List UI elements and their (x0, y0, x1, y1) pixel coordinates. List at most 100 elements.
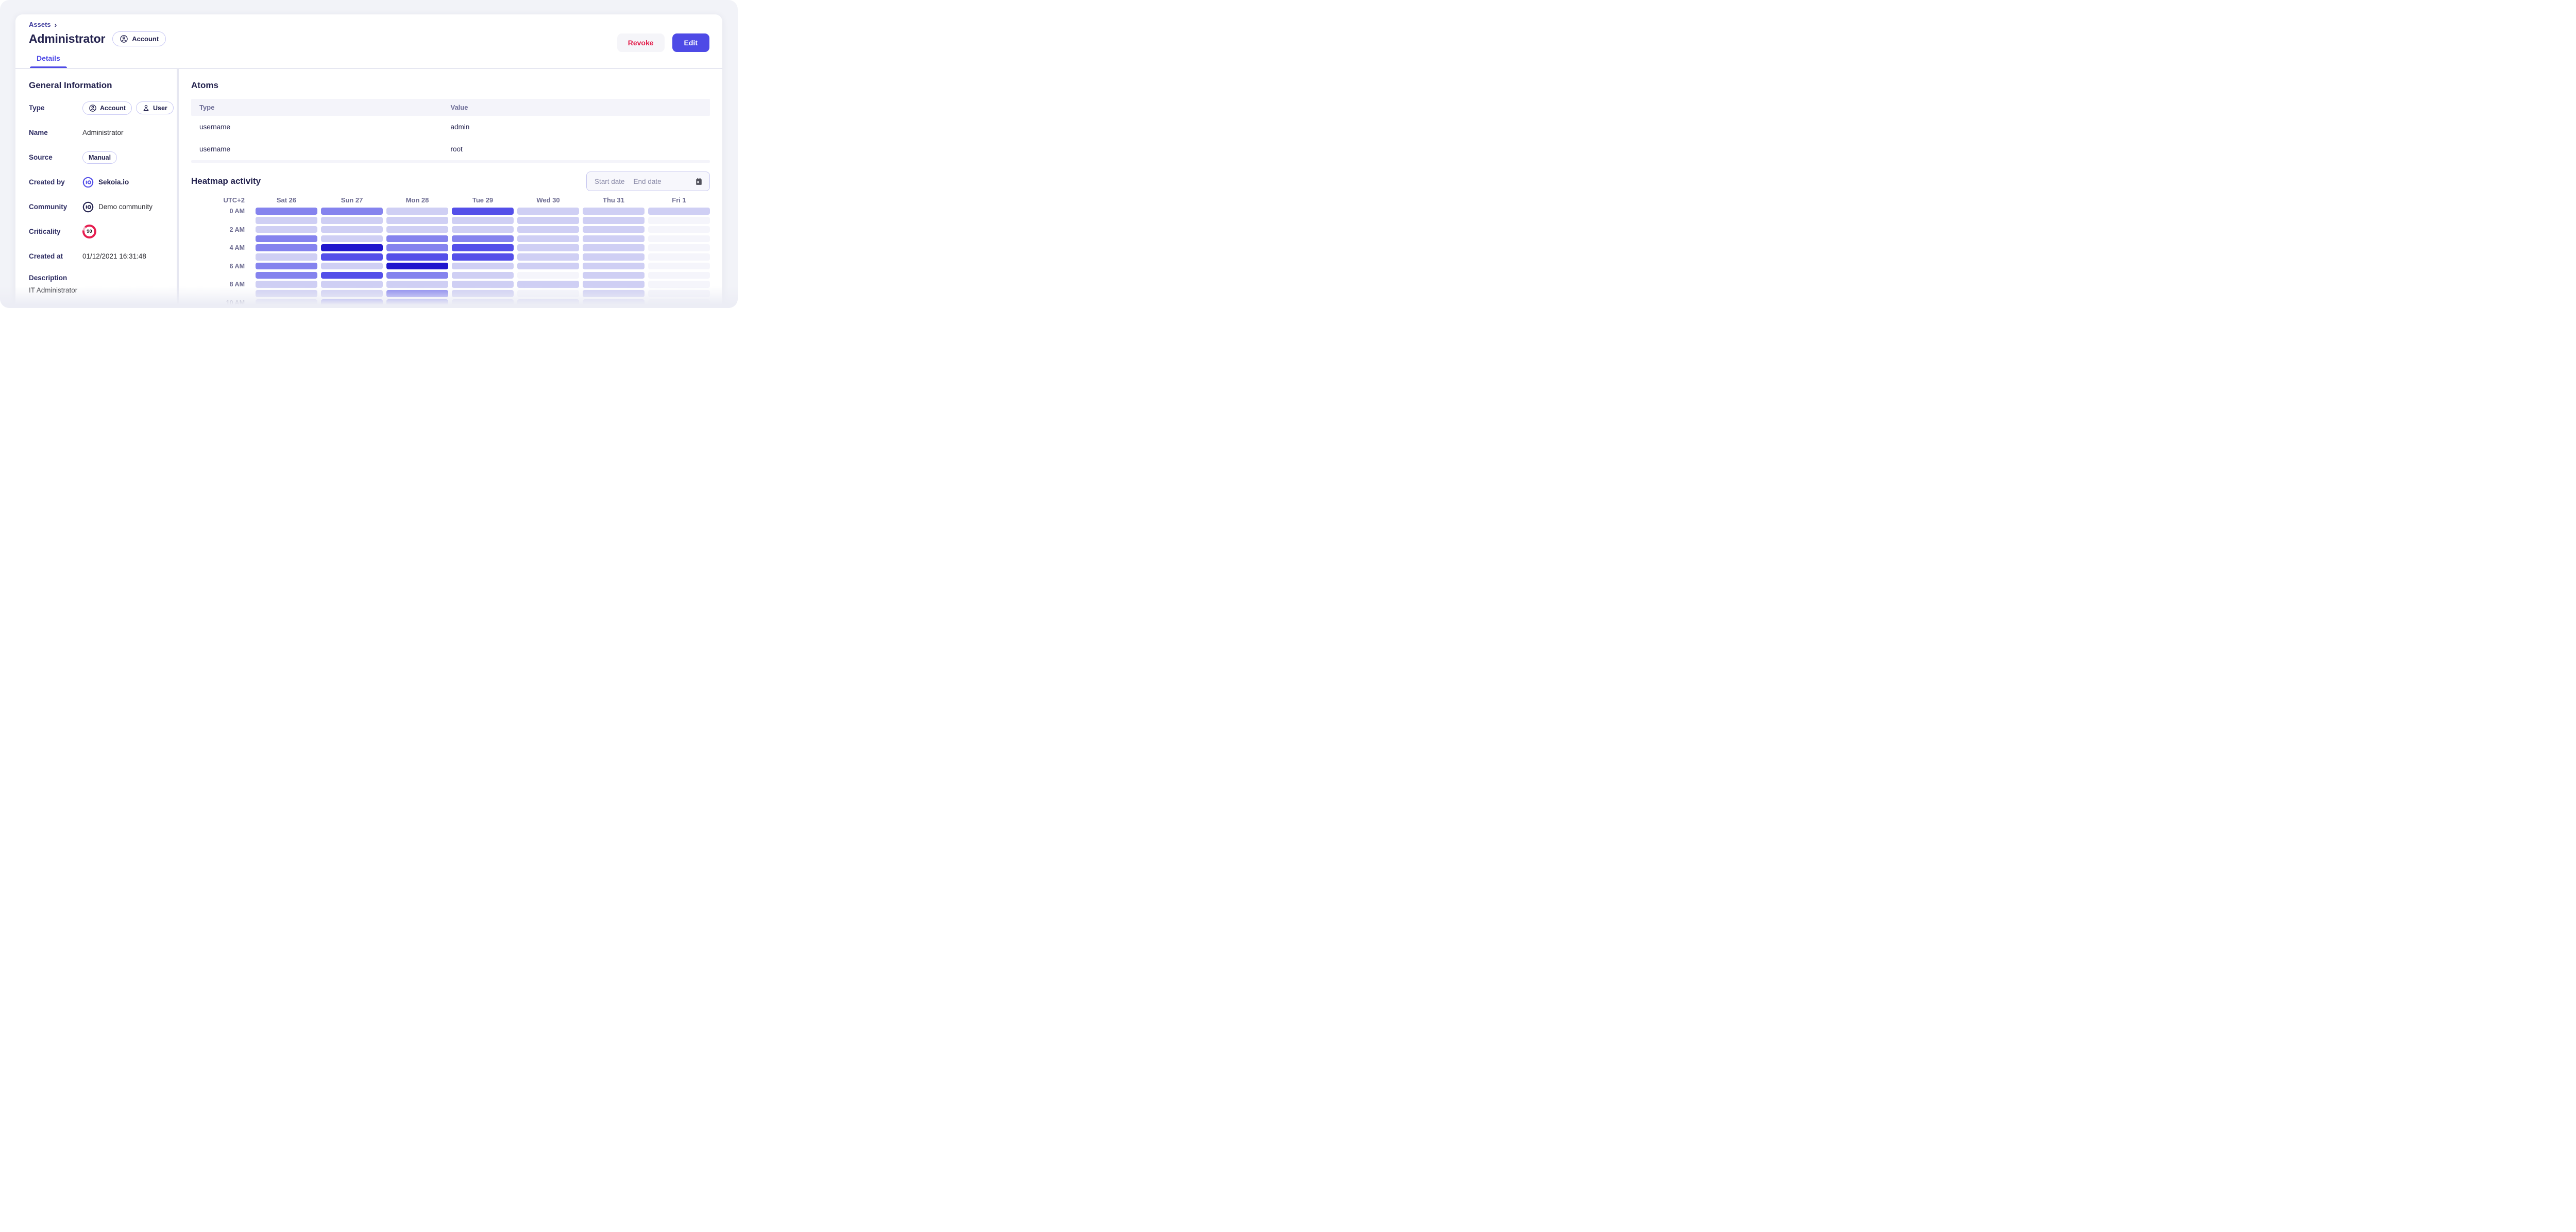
heatmap-cell[interactable] (452, 208, 514, 215)
atoms-column-value: Value (451, 104, 702, 111)
heatmap-cell[interactable] (648, 281, 710, 288)
heatmap-cell[interactable] (583, 226, 645, 233)
heatmap-cell[interactable] (321, 272, 383, 279)
heatmap-cell[interactable] (517, 217, 579, 224)
heatmap-cell[interactable] (452, 299, 514, 306)
calendar-icon[interactable] (694, 177, 703, 186)
heatmap-cell[interactable] (583, 217, 645, 224)
heatmap-cell[interactable] (452, 235, 514, 243)
heatmap-cell[interactable] (583, 235, 645, 243)
heatmap-cell[interactable] (386, 253, 448, 261)
heatmap-cell[interactable] (256, 208, 317, 215)
heatmap-cell[interactable] (583, 299, 645, 306)
revoke-button[interactable]: Revoke (617, 33, 665, 52)
heatmap-cell[interactable] (583, 272, 645, 279)
heatmap-cell[interactable] (517, 235, 579, 243)
end-date-input[interactable]: End date (634, 178, 662, 185)
heatmap-cell[interactable] (386, 272, 448, 279)
heatmap-cell[interactable] (517, 226, 579, 233)
heatmap-cell[interactable] (452, 272, 514, 279)
heatmap-cell[interactable] (648, 272, 710, 279)
account-circle-icon (120, 35, 128, 43)
heatmap-cell[interactable] (386, 299, 448, 306)
heatmap-header: Heatmap activity Start date End date (191, 172, 710, 191)
heatmap-cell[interactable] (321, 235, 383, 243)
atoms-title: Atoms (191, 80, 710, 91)
heatmap-cell[interactable] (256, 299, 317, 306)
heatmap-cell[interactable] (452, 290, 514, 297)
heatmap-day-label: Sun 27 (321, 196, 383, 204)
heatmap-cell[interactable] (256, 244, 317, 251)
heatmap-cell[interactable] (648, 226, 710, 233)
type-badge-account[interactable]: Account (82, 101, 132, 115)
heatmap-cell[interactable] (386, 290, 448, 297)
heatmap-cell[interactable] (256, 263, 317, 270)
heatmap-cell[interactable] (321, 244, 383, 251)
heatmap-cell[interactable] (583, 244, 645, 251)
asset-detail-card: Assets › Administrator Account (15, 14, 722, 308)
start-date-input[interactable]: Start date (595, 178, 625, 185)
heatmap-cell[interactable] (452, 244, 514, 251)
heatmap-cell[interactable] (583, 208, 645, 215)
heatmap-cell[interactable] (648, 253, 710, 261)
heatmap-cell[interactable] (452, 217, 514, 224)
heatmap-cell[interactable] (256, 235, 317, 243)
heatmap-cell[interactable] (517, 253, 579, 261)
heatmap-cell[interactable] (256, 281, 317, 288)
heatmap-cell[interactable] (256, 290, 317, 297)
heatmap-cell[interactable] (583, 263, 645, 270)
heatmap-cell[interactable] (517, 272, 579, 279)
heatmap-cell[interactable] (386, 263, 448, 270)
heatmap-cell[interactable] (583, 290, 645, 297)
heatmap-cell[interactable] (648, 244, 710, 251)
heatmap-cell[interactable] (256, 253, 317, 261)
heatmap-cell[interactable] (517, 281, 579, 288)
heatmap-cell[interactable] (256, 272, 317, 279)
tab-details[interactable]: Details (30, 54, 67, 68)
heatmap-chart: UTC+2 Sat 26Sun 27Mon 28Tue 29Wed 30Thu … (191, 196, 710, 306)
heatmap-cell[interactable] (648, 263, 710, 270)
heatmap-cell[interactable] (321, 217, 383, 224)
heatmap-cell[interactable] (386, 244, 448, 251)
heatmap-cell[interactable] (386, 217, 448, 224)
heatmap-cell[interactable] (517, 263, 579, 270)
heatmap-cell[interactable] (386, 235, 448, 243)
heatmap-cell[interactable] (321, 299, 383, 306)
heatmap-cell[interactable] (583, 281, 645, 288)
type-badge-user[interactable]: User (136, 101, 174, 114)
heatmap-cell[interactable] (321, 290, 383, 297)
heatmap-cell[interactable] (517, 244, 579, 251)
heatmap-cell[interactable] (452, 226, 514, 233)
heatmap-cell[interactable] (256, 226, 317, 233)
heatmap-cell[interactable] (452, 253, 514, 261)
screenshot-canvas: Assets › Administrator Account (0, 0, 738, 308)
heatmap-cell[interactable] (648, 290, 710, 297)
table-row[interactable]: usernameroot (191, 138, 710, 160)
community-logo-icon (82, 201, 94, 213)
heatmap-cell[interactable] (452, 281, 514, 288)
breadcrumb-assets-link[interactable]: Assets (29, 21, 51, 28)
heatmap-cell[interactable] (517, 299, 579, 306)
heatmap-cell[interactable] (648, 217, 710, 224)
heatmap-cell[interactable] (386, 208, 448, 215)
atoms-table-footer (191, 160, 710, 163)
heatmap-cell[interactable] (517, 290, 579, 297)
heatmap-cell[interactable] (321, 281, 383, 288)
heatmap-cell[interactable] (452, 263, 514, 270)
heatmap-cell[interactable] (583, 253, 645, 261)
heatmap-cell[interactable] (386, 226, 448, 233)
heatmap-hour-label: 2 AM (191, 226, 252, 233)
heatmap-cell[interactable] (321, 226, 383, 233)
heatmap-cell[interactable] (321, 263, 383, 270)
date-range-picker[interactable]: Start date End date (586, 172, 710, 191)
heatmap-cell[interactable] (648, 299, 710, 306)
edit-button[interactable]: Edit (672, 33, 709, 52)
heatmap-cell[interactable] (321, 253, 383, 261)
heatmap-cell[interactable] (386, 281, 448, 288)
table-row[interactable]: usernameadmin (191, 116, 710, 138)
heatmap-cell[interactable] (321, 208, 383, 215)
heatmap-cell[interactable] (648, 235, 710, 243)
heatmap-cell[interactable] (256, 217, 317, 224)
heatmap-cell[interactable] (648, 208, 710, 215)
heatmap-cell[interactable] (517, 208, 579, 215)
